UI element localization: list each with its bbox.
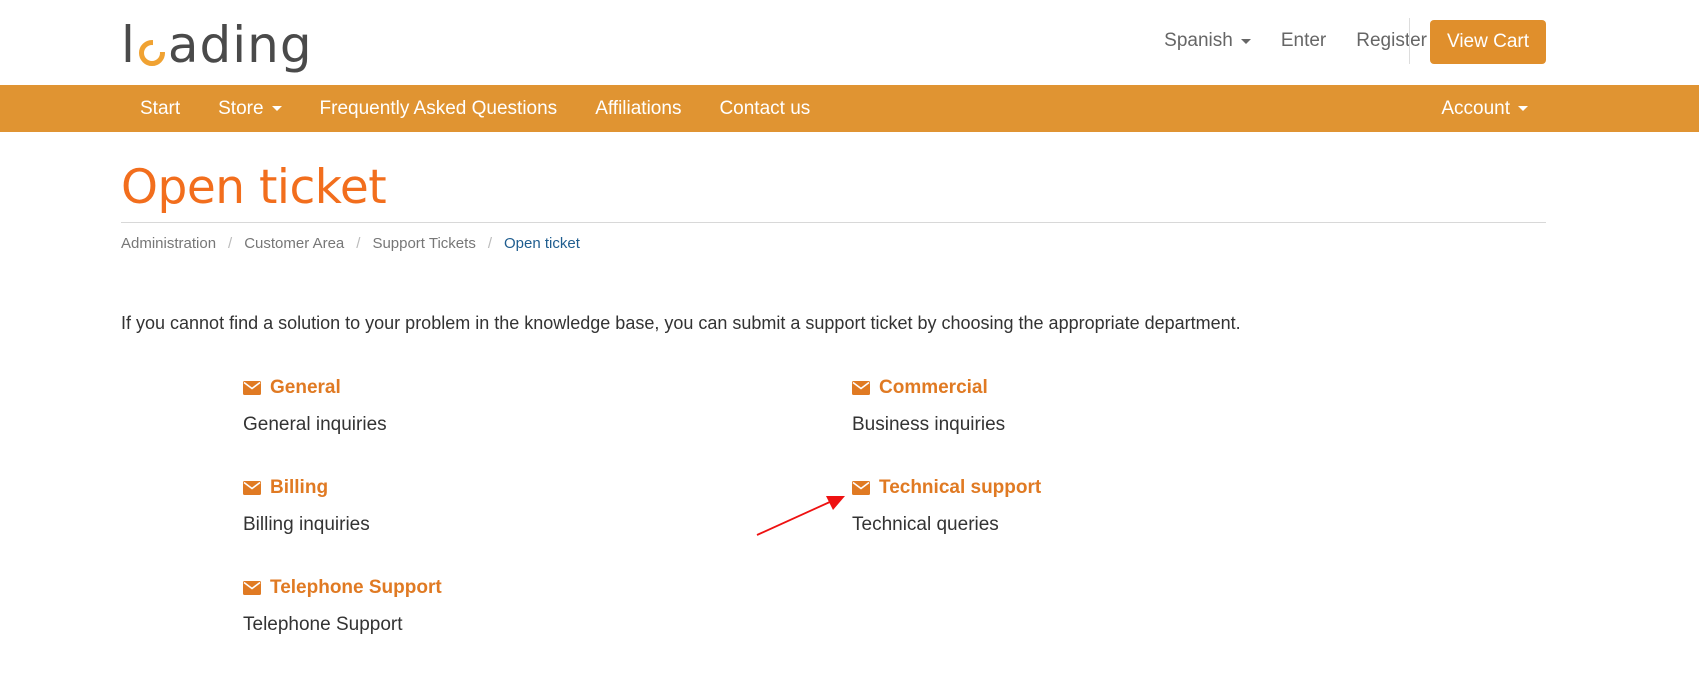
department-link-billing[interactable]: Billing bbox=[243, 476, 703, 500]
breadcrumb-item-open-ticket: Open ticket bbox=[504, 234, 580, 252]
department-link-general[interactable]: General bbox=[243, 376, 703, 400]
department-description: General inquiries bbox=[243, 414, 387, 435]
department-description: Billing inquiries bbox=[243, 514, 370, 535]
department-telephone-support: Telephone Support Telephone Support bbox=[243, 576, 703, 636]
department-technical-support: Technical support Technical queries bbox=[852, 476, 1312, 536]
nav-account: Account bbox=[1422, 85, 1547, 132]
envelope-icon bbox=[243, 381, 261, 395]
nav-item-faq[interactable]: Frequently Asked Questions bbox=[301, 85, 577, 132]
page-title: Open ticket bbox=[121, 160, 387, 215]
department-link-telephone-support[interactable]: Telephone Support bbox=[243, 576, 703, 600]
register-link[interactable]: Register bbox=[1356, 30, 1427, 52]
nav-item-contact[interactable]: Contact us bbox=[700, 85, 829, 132]
department-link-technical-support[interactable]: Technical support bbox=[852, 476, 1312, 500]
caret-down-icon bbox=[1518, 106, 1528, 111]
department-name: General bbox=[270, 377, 341, 398]
envelope-icon bbox=[243, 581, 261, 595]
enter-link[interactable]: Enter bbox=[1281, 30, 1326, 52]
breadcrumb: Administration / Customer Area / Support… bbox=[121, 233, 580, 253]
breadcrumb-separator: / bbox=[228, 234, 233, 252]
language-label: Spanish bbox=[1164, 30, 1233, 51]
header-divider bbox=[1409, 18, 1410, 64]
account-label: Account bbox=[1441, 97, 1510, 119]
caret-down-icon bbox=[1240, 38, 1251, 44]
account-dropdown[interactable]: Account bbox=[1422, 85, 1547, 132]
department-description: Technical queries bbox=[852, 514, 999, 535]
department-billing: Billing Billing inquiries bbox=[243, 476, 703, 536]
breadcrumb-item-customer-area[interactable]: Customer Area bbox=[244, 235, 344, 252]
department-description: Business inquiries bbox=[852, 414, 1006, 435]
envelope-icon bbox=[852, 381, 870, 395]
logo-text-end: ading bbox=[167, 16, 313, 74]
title-divider bbox=[121, 222, 1546, 223]
nav-menu: Start Store Frequently Asked Questions A… bbox=[121, 85, 829, 132]
department-general: General General inquiries bbox=[243, 376, 703, 436]
nav-item-affiliations[interactable]: Affiliations bbox=[576, 85, 700, 132]
logo-text-start: l bbox=[121, 16, 136, 74]
language-dropdown[interactable]: Spanish bbox=[1164, 30, 1251, 52]
top-links: Spanish Enter Register bbox=[1134, 0, 1427, 82]
main-navbar: Start Store Frequently Asked Questions A… bbox=[0, 85, 1699, 132]
department-commercial: Commercial Business inquiries bbox=[852, 376, 1312, 436]
site-logo[interactable]: l ading bbox=[121, 14, 313, 70]
nav-item-store[interactable]: Store bbox=[199, 85, 300, 132]
nav-item-store-label: Store bbox=[218, 97, 264, 119]
logo-ring-icon bbox=[138, 39, 166, 66]
envelope-icon bbox=[243, 481, 261, 495]
intro-text: If you cannot find a solution to your pr… bbox=[121, 313, 1241, 333]
view-cart-button[interactable]: View Cart bbox=[1430, 20, 1546, 64]
department-name: Technical support bbox=[879, 477, 1042, 498]
caret-down-icon bbox=[271, 106, 282, 111]
site-header: l ading Spanish Enter Register View Cart bbox=[0, 0, 1699, 85]
breadcrumb-item-support-tickets[interactable]: Support Tickets bbox=[372, 235, 475, 252]
breadcrumb-item-administration[interactable]: Administration bbox=[121, 235, 216, 252]
nav-item-start[interactable]: Start bbox=[121, 85, 199, 132]
department-name: Commercial bbox=[879, 377, 988, 398]
department-link-commercial[interactable]: Commercial bbox=[852, 376, 1312, 400]
breadcrumb-separator: / bbox=[487, 234, 492, 252]
department-description: Telephone Support bbox=[243, 614, 403, 635]
department-name: Billing bbox=[270, 477, 329, 498]
breadcrumb-separator: / bbox=[356, 234, 361, 252]
envelope-icon bbox=[852, 481, 870, 495]
department-name: Telephone Support bbox=[270, 577, 442, 598]
